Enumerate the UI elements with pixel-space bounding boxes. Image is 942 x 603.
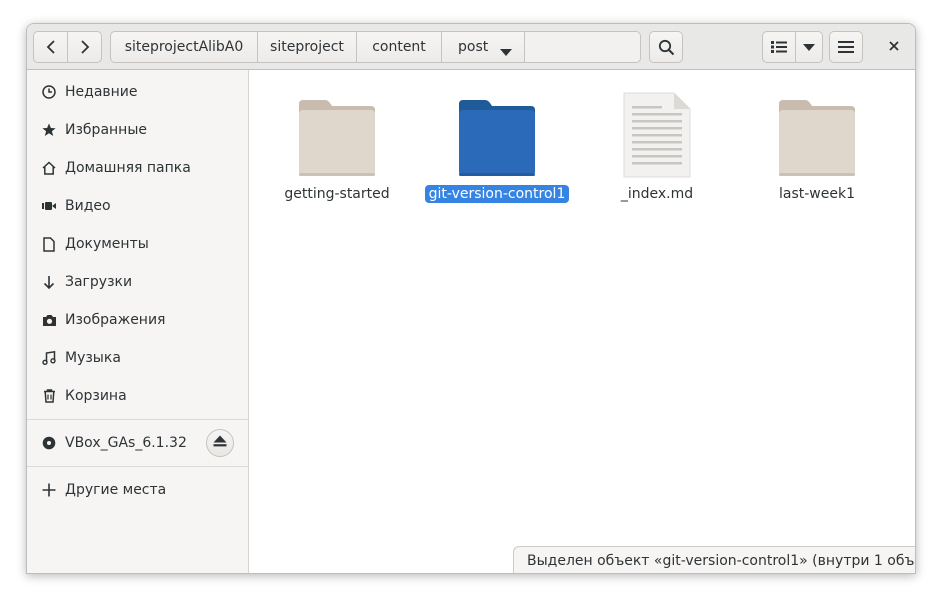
sidebar-item-device[interactable]: VBox_GAs_6.1.32: [27, 425, 248, 461]
file-manager-window: siteprojectAlibA0 siteproject content po…: [26, 23, 916, 574]
file-name: last-week1: [779, 186, 855, 202]
go-next-icon: [80, 39, 90, 55]
sidebar-item-label: Документы: [65, 236, 149, 252]
close-icon: [889, 39, 899, 55]
sidebar-item-downloads[interactable]: Загрузки: [27, 264, 248, 300]
sidebar-item-label: Избранные: [65, 122, 147, 138]
breadcrumb-item[interactable]: siteprojectAlibA0: [110, 31, 258, 63]
breadcrumb-item[interactable]: siteproject: [257, 31, 357, 63]
breadcrumb-item[interactable]: content: [356, 31, 442, 63]
sidebar-item-other-locations[interactable]: Другие места: [27, 472, 248, 508]
file-name: git-version-control1: [424, 185, 570, 203]
hamburger-menu-icon: [838, 40, 854, 54]
sidebar-item-music[interactable]: Музыка: [27, 340, 248, 376]
main-menu-button[interactable]: [829, 31, 863, 63]
sidebar-item-label: Другие места: [65, 482, 167, 498]
home-icon: [41, 160, 57, 176]
forward-button[interactable]: [67, 31, 102, 63]
document-icon: [41, 236, 57, 252]
folder-icon: [769, 88, 865, 184]
file-view[interactable]: getting-started git-version-control1 _in…: [250, 70, 915, 573]
search-button[interactable]: [649, 31, 683, 63]
sidebar-item-label: Видео: [65, 198, 111, 214]
sidebar-separator: [27, 419, 248, 420]
breadcrumb-current[interactable]: post: [441, 31, 525, 63]
video-icon: [41, 198, 57, 214]
clock-icon: [41, 84, 57, 100]
file-item-folder-selected[interactable]: git-version-control1: [417, 88, 577, 208]
view-mode-button[interactable]: [762, 31, 796, 63]
sidebar-item-trash[interactable]: Корзина: [27, 378, 248, 414]
breadcrumb-spacer[interactable]: [524, 31, 641, 63]
file-item-folder[interactable]: getting-started: [257, 88, 417, 208]
chevron-down-icon: [500, 44, 512, 60]
back-button[interactable]: [33, 31, 68, 63]
sidebar-item-label: Недавние: [65, 84, 138, 100]
download-icon: [41, 274, 57, 290]
sidebar-item-home[interactable]: Домашняя папка: [27, 150, 248, 186]
file-name: getting-started: [284, 186, 390, 202]
sidebar-item-label: VBox_GAs_6.1.32: [65, 435, 187, 451]
header-bar: siteprojectAlibA0 siteproject content po…: [27, 24, 915, 70]
disc-icon: [41, 435, 57, 451]
search-icon: [658, 39, 675, 56]
view-options-button[interactable]: [795, 31, 823, 63]
text-file-icon: [609, 88, 705, 184]
camera-icon: [41, 312, 57, 328]
sidebar-item-label: Изображения: [65, 312, 166, 328]
list-view-icon: [771, 40, 787, 54]
sidebar-item-starred[interactable]: Избранные: [27, 112, 248, 148]
sidebar-item-label: Музыка: [65, 350, 121, 366]
folder-icon: [289, 88, 385, 184]
folder-icon: [449, 88, 545, 184]
star-icon: [41, 122, 57, 138]
sidebar-item-label: Корзина: [65, 388, 127, 404]
file-item-folder[interactable]: last-week1: [737, 88, 897, 208]
file-name: _index.md: [620, 186, 694, 202]
trash-icon: [41, 388, 57, 404]
sidebar-item-label: Домашняя папка: [65, 160, 191, 176]
status-bar: Выделен объект «git-version-control1» (в…: [513, 546, 916, 573]
go-previous-icon: [46, 39, 56, 55]
eject-button[interactable]: [206, 429, 234, 457]
sidebar: Недавние Избранные Домашняя папка Видео …: [27, 70, 249, 573]
breadcrumb-current-label: post: [458, 39, 489, 55]
sidebar-item-pictures[interactable]: Изображения: [27, 302, 248, 338]
music-icon: [41, 350, 57, 366]
sidebar-item-documents[interactable]: Документы: [27, 226, 248, 262]
eject-icon: [213, 435, 227, 451]
sidebar-item-label: Загрузки: [65, 274, 133, 290]
sidebar-item-videos[interactable]: Видео: [27, 188, 248, 224]
plus-icon: [41, 482, 57, 498]
chevron-down-icon: [803, 43, 815, 51]
sidebar-separator: [27, 466, 248, 467]
status-text: Выделен объект «git-version-control1» (в…: [527, 553, 916, 569]
file-item-text[interactable]: _index.md: [577, 88, 737, 208]
sidebar-item-recent[interactable]: Недавние: [27, 74, 248, 110]
close-button[interactable]: [877, 31, 911, 63]
